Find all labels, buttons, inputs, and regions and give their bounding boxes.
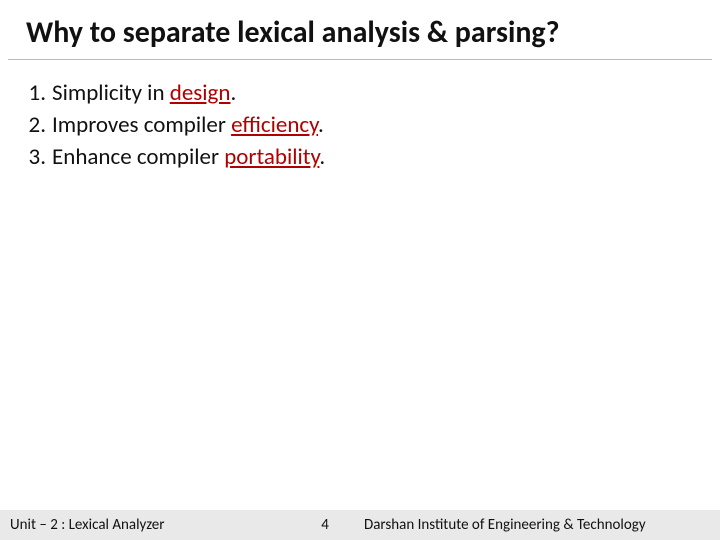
text-pre: Enhance compiler — [52, 143, 224, 171]
footer-page-number: 4 — [300, 510, 350, 540]
footer: Unit – 2 : Lexical Analyzer 4 Darshan In… — [0, 510, 720, 540]
content-area: 1. Simplicity in design. 2. Improves com… — [0, 60, 720, 173]
text-post: . — [319, 143, 325, 171]
text-post: . — [230, 79, 236, 107]
list-item: 3. Enhance compiler portability. — [22, 142, 698, 173]
accent-word: design — [170, 79, 231, 107]
accent-word: efficiency — [231, 111, 318, 139]
list-text: Improves compiler efficiency. — [52, 110, 324, 141]
text-pre: Simplicity in — [52, 79, 170, 107]
list-text: Enhance compiler portability. — [52, 142, 325, 173]
list-number: 1. — [22, 78, 52, 109]
footer-unit: Unit – 2 : Lexical Analyzer — [0, 510, 300, 540]
accent-word: portability — [224, 143, 319, 171]
list-item: 2. Improves compiler efficiency. — [22, 110, 698, 141]
text-post: . — [318, 111, 324, 139]
footer-institute: Darshan Institute of Engineering & Techn… — [350, 510, 720, 540]
list-text: Simplicity in design. — [52, 78, 236, 109]
slide-title: Why to separate lexical analysis & parsi… — [8, 0, 712, 60]
text-pre: Improves compiler — [52, 111, 231, 139]
list-item: 1. Simplicity in design. — [22, 78, 698, 109]
slide: Why to separate lexical analysis & parsi… — [0, 0, 720, 540]
list-number: 3. — [22, 142, 52, 173]
list-number: 2. — [22, 110, 52, 141]
